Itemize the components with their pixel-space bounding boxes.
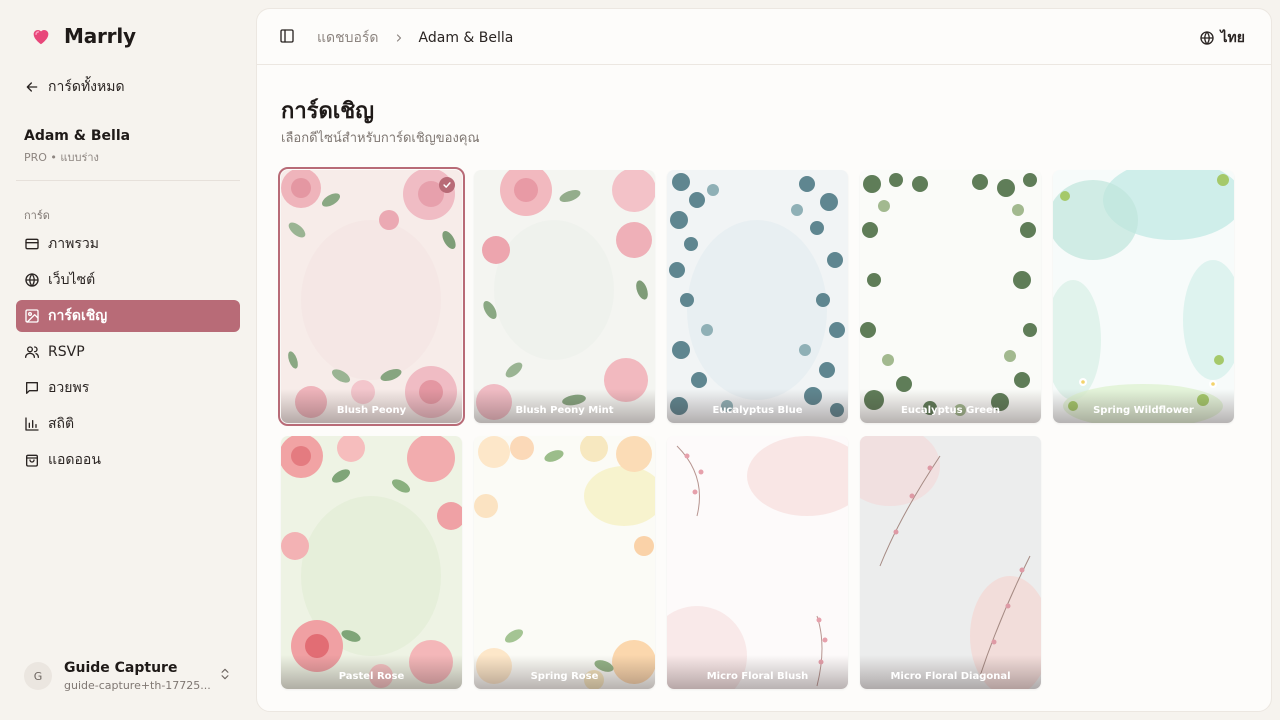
selected-check-icon xyxy=(439,177,455,193)
logo[interactable]: Marrly xyxy=(30,24,136,48)
sidebar-toggle-icon[interactable] xyxy=(279,28,295,44)
template-card-micro-floral-blush[interactable]: Micro Floral Blush xyxy=(667,436,848,689)
sidebar-item-label: สถิติ xyxy=(48,416,75,432)
template-name: Spring Wildflower xyxy=(1053,389,1234,423)
sidebar-item-invitations[interactable]: การ์ดเชิญ xyxy=(16,300,240,332)
sidebar-item-label: การ์ดเชิญ xyxy=(48,308,108,324)
breadcrumb-current: Adam & Bella xyxy=(418,30,514,46)
template-card-blush-peony-mint[interactable]: Blush Peony Mint xyxy=(474,170,655,423)
template-card-spring-wildflower[interactable]: Spring Wildflower xyxy=(1053,170,1234,423)
globe-icon xyxy=(25,273,39,287)
eucalyptus-green-artwork xyxy=(860,170,1041,423)
template-name: Micro Floral Diagonal xyxy=(860,655,1041,689)
micro-floral-diagonal-artwork xyxy=(860,436,1041,689)
spring-wildflower-artwork xyxy=(1053,170,1234,423)
globe-icon xyxy=(1199,31,1214,45)
page-title: การ์ดเชิญ xyxy=(281,99,374,124)
app-name: Marrly xyxy=(64,24,136,48)
sidebar-item-wishes[interactable]: อวยพร xyxy=(16,372,240,404)
template-name: Blush Peony xyxy=(281,389,462,423)
template-card-micro-floral-diagonal[interactable]: Micro Floral Diagonal xyxy=(860,436,1041,689)
page-subtitle: เลือกดีไซน์สำหรับการ์ดเชิญของคุณ xyxy=(281,131,480,146)
sidebar-item-website[interactable]: เว็บไซต์ xyxy=(16,264,240,296)
pastel-rose-artwork xyxy=(281,436,462,689)
user-name: Guide Capture xyxy=(64,660,178,676)
main-panel: แดชบอร์ด Adam & Bella ไทย การ์ดเชิญ เลือ… xyxy=(256,8,1272,712)
sidebar-item-rsvp[interactable]: RSVP xyxy=(16,336,240,368)
project-name: Adam & Bella xyxy=(24,128,131,144)
sidebar-item-stats[interactable]: สถิติ xyxy=(16,408,240,440)
avatar: G xyxy=(24,662,52,690)
template-card-eucalyptus-blue[interactable]: Eucalyptus Blue xyxy=(667,170,848,423)
account-menu[interactable]: G Guide Capture guide-capture+th-17725..… xyxy=(24,660,240,692)
card-icon xyxy=(25,238,39,250)
top-bar: แดชบอร์ด Adam & Bella ไทย xyxy=(257,9,1271,65)
chevron-up-down-icon xyxy=(221,668,229,680)
user-email: guide-capture+th-17725... xyxy=(64,679,211,692)
template-name: Eucalyptus Blue xyxy=(667,389,848,423)
template-name: Eucalyptus Green xyxy=(860,389,1041,423)
template-card-eucalyptus-green[interactable]: Eucalyptus Green xyxy=(860,170,1041,423)
chart-icon xyxy=(25,417,39,431)
arrow-left-icon xyxy=(26,82,38,92)
blush-peony-mint-artwork xyxy=(474,170,655,423)
template-name: Pastel Rose xyxy=(281,655,462,689)
spring-rose-artwork xyxy=(474,436,655,689)
sidebar-item-addons[interactable]: แอดออน xyxy=(16,444,240,476)
template-card-spring-rose[interactable]: Spring Rose xyxy=(474,436,655,689)
back-to-all-cards-link[interactable]: การ์ดทั้งหมด xyxy=(24,76,125,98)
sidebar-item-label: RSVP xyxy=(48,344,85,360)
back-link-label: การ์ดทั้งหมด xyxy=(48,79,125,95)
sidebar-item-label: แอดออน xyxy=(48,452,101,468)
language-label: ไทย xyxy=(1220,30,1245,46)
sidebar-item-overview[interactable]: ภาพรวม xyxy=(16,228,240,260)
template-name: Micro Floral Blush xyxy=(667,655,848,689)
eucalyptus-blue-artwork xyxy=(667,170,848,423)
language-switcher[interactable]: ไทย xyxy=(1199,27,1245,49)
template-name: Blush Peony Mint xyxy=(474,389,655,423)
breadcrumb-dashboard[interactable]: แดชบอร์ด xyxy=(317,27,379,49)
users-icon xyxy=(25,346,39,358)
heart-logo-icon xyxy=(33,30,49,45)
project-info: Adam & Bella PRO • แบบร่าง xyxy=(24,128,130,166)
sidebar-section-label: การ์ด xyxy=(24,209,50,222)
sidebar-item-label: อวยพร xyxy=(48,380,90,396)
blush-peony-artwork xyxy=(281,170,462,423)
image-icon xyxy=(25,309,39,323)
sidebar-item-label: เว็บไซต์ xyxy=(48,272,96,288)
breadcrumb: แดชบอร์ด Adam & Bella xyxy=(317,27,513,49)
sidebar-divider xyxy=(16,180,240,181)
sidebar-nav: ภาพรวม เว็บไซต์ การ์ดเชิญ RSVP อวยพร สถิ… xyxy=(16,228,240,480)
message-icon xyxy=(26,382,38,394)
bag-icon xyxy=(26,454,38,467)
template-card-pastel-rose[interactable]: Pastel Rose xyxy=(281,436,462,689)
project-meta: PRO • แบบร่าง xyxy=(24,151,99,164)
sidebar: Marrly การ์ดทั้งหมด Adam & Bella PRO • แ… xyxy=(0,0,256,720)
template-name: Spring Rose xyxy=(474,655,655,689)
chevron-right-icon xyxy=(396,34,401,42)
template-card-blush-peony[interactable]: Blush Peony xyxy=(278,167,465,426)
micro-floral-blush-artwork xyxy=(667,436,848,689)
sidebar-item-label: ภาพรวม xyxy=(48,236,99,252)
